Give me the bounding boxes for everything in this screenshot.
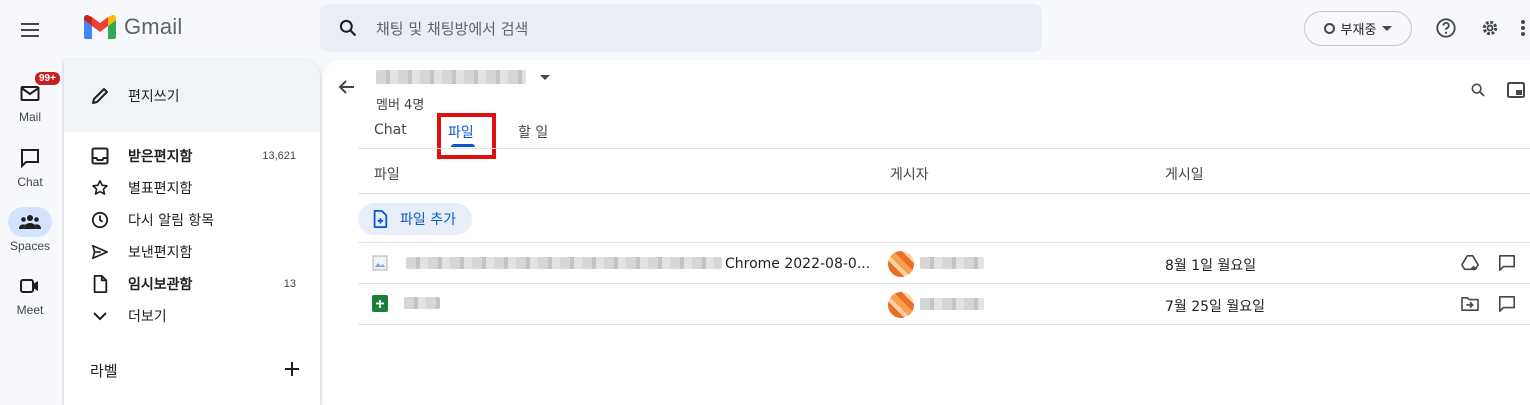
- menu-icon-bar: [21, 29, 39, 31]
- main-menu-button[interactable]: [14, 14, 46, 46]
- add-file-label: 파일 추가: [400, 212, 456, 228]
- menu-icon-bar: [21, 35, 39, 37]
- rail-label: Mail: [18, 110, 41, 124]
- divider: [358, 193, 1530, 194]
- tab-chat[interactable]: Chat: [374, 122, 407, 138]
- inbox-icon: [90, 146, 110, 166]
- nav-item-sent[interactable]: 보낸편지함: [64, 236, 320, 268]
- column-header-date: 게시일: [1165, 167, 1204, 183]
- add-file-icon: [373, 210, 388, 228]
- rail-chat[interactable]: Chat: [0, 143, 60, 189]
- blurred-space-name: [376, 70, 526, 84]
- nav-item-label: 다시 알림 항목: [128, 213, 215, 229]
- rail-label: Spaces: [9, 239, 51, 253]
- send-icon: [90, 242, 110, 262]
- add-file-button[interactable]: 파일 추가: [358, 203, 472, 235]
- popout-window-icon[interactable]: [1502, 76, 1530, 104]
- compose-button[interactable]: 편지쓰기: [64, 60, 320, 132]
- labels-heading: 라벨: [90, 362, 118, 380]
- rail-mail[interactable]: 99+ Mail: [0, 70, 62, 124]
- member-count[interactable]: 멤버 4명: [376, 94, 424, 113]
- nav-item-label: 받은편지함: [128, 149, 193, 165]
- star-icon: [90, 178, 110, 198]
- back-arrow-icon[interactable]: [338, 78, 356, 100]
- blurred-file-name: [404, 297, 440, 309]
- unread-badge: 99+: [33, 70, 62, 87]
- add-label-plus-icon[interactable]: [284, 361, 300, 381]
- caret-down-icon: [1382, 26, 1393, 31]
- blurred-poster-name: [920, 257, 984, 269]
- rail-label: Chat: [17, 175, 43, 189]
- mail-icon: 99+: [8, 70, 62, 108]
- nav-item-inbox[interactable]: 받은편지함 13,621: [64, 140, 320, 172]
- chat-icon: [8, 143, 52, 173]
- help-icon[interactable]: [1432, 14, 1460, 42]
- menu-icon-bar: [21, 23, 39, 25]
- draft-count: 13: [283, 278, 296, 290]
- file-row[interactable]: 7월 25일 월요일: [358, 284, 1530, 324]
- rail-label: Meet: [16, 303, 44, 317]
- search-input[interactable]: 채팅 및 채팅방에서 검색: [376, 18, 528, 39]
- status-dropdown[interactable]: 부재중: [1304, 11, 1412, 46]
- compose-label: 편지쓰기: [128, 89, 180, 105]
- video-camera-icon: [8, 271, 52, 301]
- column-header-poster: 게시자: [890, 167, 929, 183]
- file-name: Chrome 2022-08-0...: [725, 256, 871, 272]
- sheets-file-icon: [372, 295, 388, 316]
- post-date: 7월 25일 월요일: [1165, 299, 1266, 315]
- nav-item-label: 보낸편지함: [128, 245, 193, 261]
- divider: [358, 324, 1530, 325]
- highlight-box: [437, 113, 496, 159]
- nav-item-label: 더보기: [128, 309, 167, 325]
- status-circle-icon: [1323, 23, 1335, 34]
- rail-spaces[interactable]: Spaces: [0, 207, 60, 253]
- poster-avatar: [888, 251, 914, 277]
- add-to-drive-icon[interactable]: [1460, 253, 1480, 273]
- reply-chat-icon[interactable]: [1497, 294, 1517, 314]
- nav-item-label: 별표편지함: [128, 181, 193, 197]
- nav-item-label: 임시보관함: [128, 277, 193, 293]
- nav-item-drafts[interactable]: 임시보관함 13: [64, 268, 320, 300]
- caret-down-icon: [540, 74, 550, 80]
- gmail-m-icon: [84, 15, 116, 39]
- pencil-icon: [92, 88, 108, 104]
- blurred-file-name: [406, 257, 722, 269]
- status-label: 부재중: [1340, 23, 1377, 38]
- nav-drawer: 편지쓰기 받은편지함 13,621 별표편지함 다시 알림 항목 보낸편지함 임…: [64, 60, 320, 405]
- blurred-poster-name: [920, 298, 984, 310]
- column-header-file: 파일: [374, 167, 400, 183]
- gmail-logo[interactable]: Gmail: [84, 14, 182, 40]
- tab-tasks[interactable]: 할 일: [518, 122, 548, 142]
- apps-grid-icon[interactable]: [1516, 14, 1530, 42]
- nav-item-more[interactable]: 더보기: [64, 300, 320, 332]
- nav-item-snoozed[interactable]: 다시 알림 항목: [64, 204, 320, 236]
- rail-meet[interactable]: Meet: [0, 271, 60, 317]
- unread-count: 13,621: [262, 150, 296, 162]
- search-icon[interactable]: [320, 4, 376, 52]
- nav-item-starred[interactable]: 별표편지함: [64, 172, 320, 204]
- space-panel: 멤버 4명 Chat 파일 할 일 파일 게시자 게시일 파일 추가 Chrom…: [324, 60, 1530, 405]
- spaces-people-icon: [8, 207, 52, 237]
- labels-section-header: 라벨: [90, 360, 300, 381]
- post-date: 8월 1일 월요일: [1165, 258, 1257, 274]
- draft-icon: [90, 274, 110, 294]
- space-title-dropdown[interactable]: [376, 70, 550, 84]
- reply-chat-icon[interactable]: [1497, 253, 1517, 273]
- image-file-icon: [372, 255, 388, 275]
- move-to-folder-icon[interactable]: [1460, 294, 1480, 314]
- chevron-down-icon: [90, 306, 110, 326]
- divider: [358, 148, 1530, 149]
- poster-avatar: [888, 292, 914, 318]
- settings-gear-icon[interactable]: [1476, 14, 1504, 42]
- search-bar[interactable]: 채팅 및 채팅방에서 검색: [320, 4, 1042, 52]
- gmail-logo-text: Gmail: [124, 14, 183, 39]
- search-icon[interactable]: [1464, 76, 1492, 104]
- file-row[interactable]: Chrome 2022-08-0... 8월 1일 월요일: [358, 243, 1530, 283]
- clock-icon: [90, 210, 110, 230]
